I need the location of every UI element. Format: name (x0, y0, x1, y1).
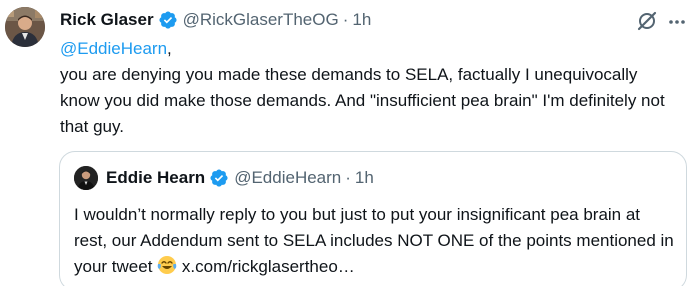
author-handle[interactable]: @RickGlaserTheOG (183, 6, 339, 34)
quoted-author-avatar[interactable] (74, 166, 98, 190)
tweet-text: you are denying you made these demands t… (60, 65, 665, 136)
tweet-time[interactable]: 1h (352, 6, 371, 34)
joy-tears-emoji-icon (157, 255, 177, 275)
quoted-author-name[interactable]: Eddie Hearn (106, 168, 205, 188)
separator-dot: · (345, 168, 351, 187)
quoted-tweet-link[interactable]: x.com/rickglasertheo… (182, 257, 355, 276)
tweet[interactable]: Rick Glaser @RickGlaserTheOG · 1h @Eddie… (0, 0, 690, 286)
tweet-header: Rick Glaser @RickGlaserTheOG · 1h (60, 6, 371, 34)
quoted-tweet-time: 1h (354, 168, 374, 187)
verified-badge-icon[interactable] (209, 168, 229, 188)
author-name[interactable]: Rick Glaser (60, 6, 154, 34)
quoted-tweet-card[interactable]: Eddie Hearn @EddieHearn · 1h I wouldn’t … (59, 151, 687, 286)
quoted-tweet-header: Eddie Hearn @EddieHearn · 1h (106, 164, 374, 192)
mention-link[interactable]: @EddieHearn (60, 39, 167, 58)
quoted-tweet-body: I wouldn’t normally reply to you but jus… (74, 202, 674, 280)
grok-icon[interactable] (636, 10, 658, 32)
quoted-author-handle[interactable]: @EddieHearn (234, 168, 341, 188)
verified-badge-icon[interactable] (158, 10, 178, 30)
mention-suffix: , (167, 39, 172, 58)
author-avatar[interactable] (5, 7, 45, 47)
separator-dot: · (342, 10, 349, 29)
tweet-mention-line: @EddieHearn, (60, 36, 680, 62)
more-options-icon[interactable] (667, 12, 687, 32)
tweet-body: @EddieHearn, you are denying you made th… (60, 36, 680, 140)
